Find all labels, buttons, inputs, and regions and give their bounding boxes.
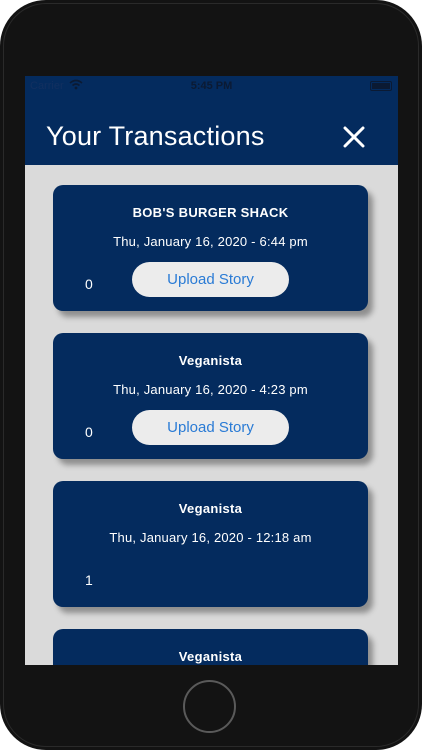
merchant-name: BOB'S BURGER SHACK (132, 205, 289, 220)
transaction-datetime: Thu, January 16, 2020 - 4:23 pm (113, 382, 308, 397)
transaction-datetime: Thu, January 16, 2020 - 6:44 pm (113, 234, 308, 249)
upload-story-button[interactable]: Upload Story (132, 410, 289, 445)
transaction-card[interactable]: Veganista Thu, January 16, 2020 - 4:23 p… (53, 333, 368, 459)
upload-story-button[interactable]: Upload Story (132, 262, 289, 297)
transactions-list[interactable]: BOB'S BURGER SHACK Thu, January 16, 2020… (25, 165, 398, 665)
story-count: 0 (85, 424, 93, 440)
merchant-name: Veganista (178, 649, 243, 664)
transaction-card[interactable]: Veganista (53, 629, 368, 665)
status-bar: Carrier 5:45 PM (25, 76, 398, 96)
nav-bar: Your Transactions (25, 96, 398, 165)
merchant-name: Veganista (178, 353, 243, 368)
story-count: 0 (85, 276, 93, 292)
close-icon[interactable] (340, 123, 368, 151)
story-count: 1 (85, 572, 93, 588)
transaction-card[interactable]: BOB'S BURGER SHACK Thu, January 16, 2020… (53, 185, 368, 311)
transaction-card[interactable]: Veganista Thu, January 16, 2020 - 12:18 … (53, 481, 368, 607)
phone-frame: Carrier 5:45 PM Your Transactions BOB'S … (0, 0, 422, 750)
merchant-name: Veganista (178, 501, 243, 516)
page-title: Your Transactions (46, 121, 265, 151)
status-time: 5:45 PM (190, 80, 233, 92)
home-button[interactable] (183, 680, 236, 733)
app-screen: Carrier 5:45 PM Your Transactions BOB'S … (25, 76, 398, 665)
battery-icon (370, 81, 392, 91)
transaction-datetime: Thu, January 16, 2020 - 12:18 am (109, 530, 312, 545)
